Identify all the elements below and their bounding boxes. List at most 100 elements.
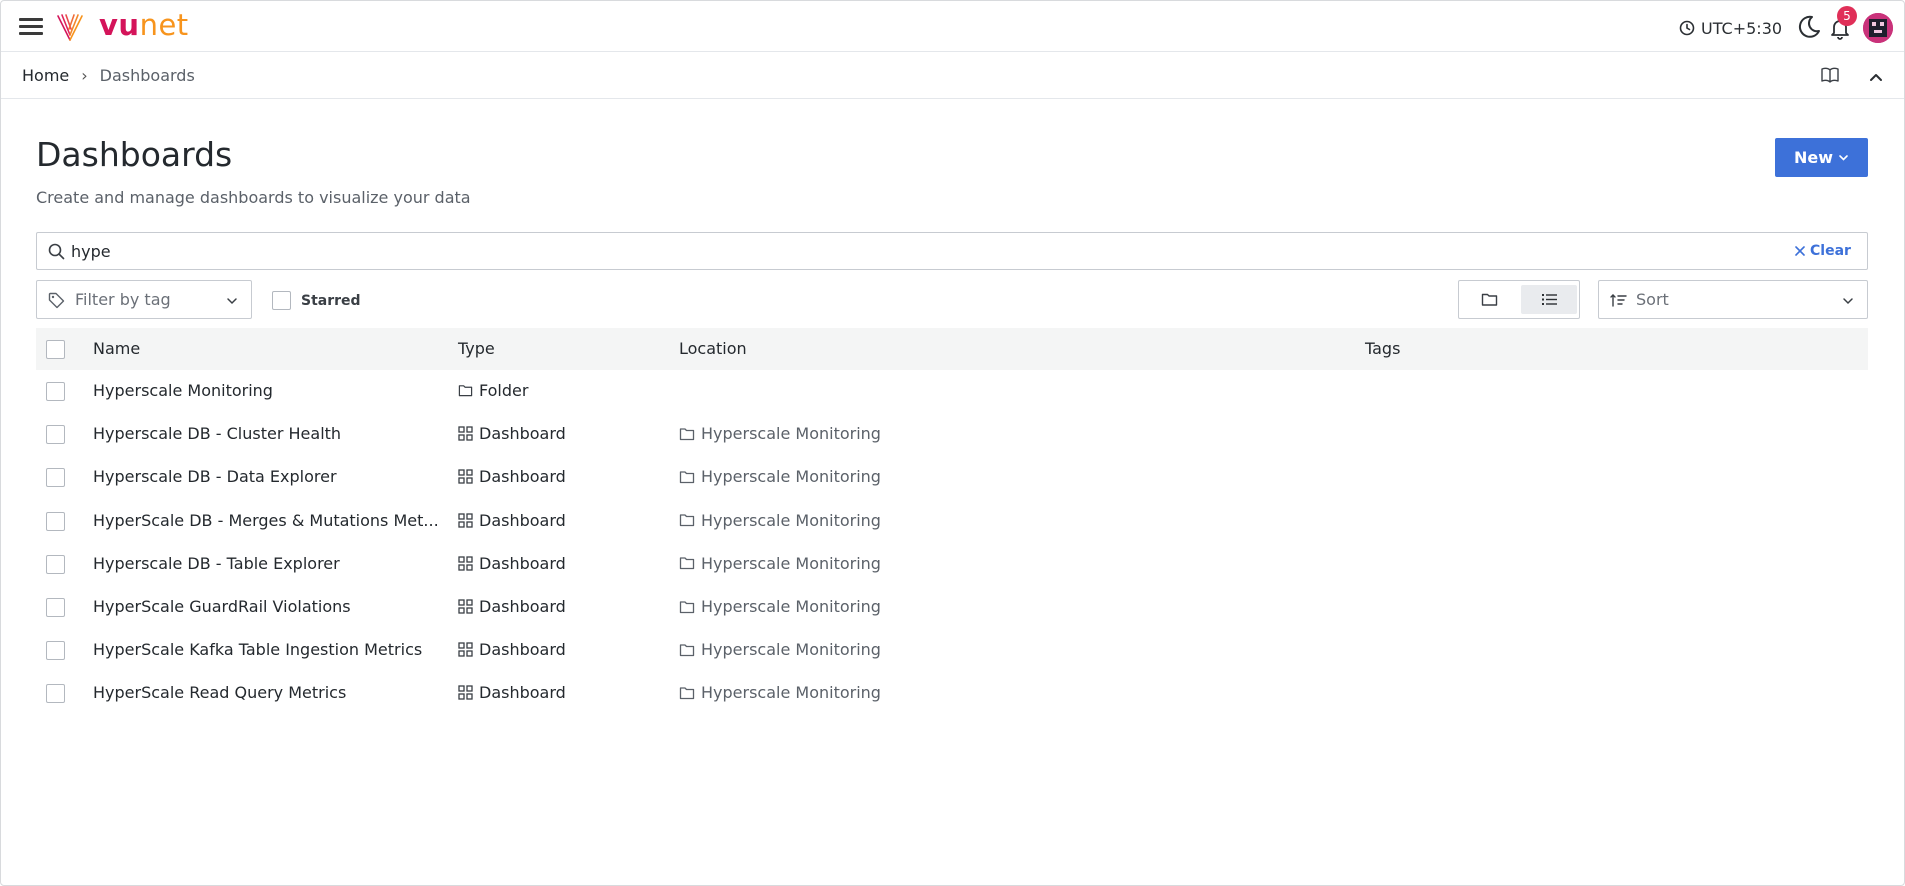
breadcrumb: Home › Dashboards [22,66,195,85]
row-checkbox[interactable] [46,641,65,661]
chevron-down-icon [1839,155,1848,161]
vunet-logo-text[interactable]: vunet [99,7,189,43]
row-location-link[interactable]: Hyperscale Monitoring [679,597,881,616]
row-type: Dashboard [458,640,566,659]
row-type-label: Dashboard [479,467,566,487]
sort-select[interactable]: Sort [1598,280,1868,319]
tag-filter-placeholder: Filter by tag [75,290,171,309]
dashboard-grid-icon [458,685,473,701]
row-name-link[interactable]: HyperScale DB - Merges & Mutations Met..… [93,511,439,530]
new-button[interactable]: New [1775,138,1868,177]
row-name-link[interactable]: HyperScale GuardRail Violations [93,597,351,616]
table-row[interactable]: Hyperscale Monitoring Folder [36,370,1868,413]
column-header-name[interactable]: Name [93,339,140,358]
row-checkbox[interactable] [46,684,65,704]
folder-view-button[interactable] [1463,285,1515,314]
column-header-tags[interactable]: Tags [1365,339,1400,358]
table-row[interactable]: HyperScale Read Query Metrics Dashboard Hy… [36,672,1868,715]
table-row[interactable]: HyperScale GuardRail Violations Dashboard… [36,586,1868,629]
table-row[interactable]: HyperScale DB - Merges & Mutations Met..… [36,500,1868,543]
breadcrumb-bar: Home › Dashboards [1,52,1904,99]
table-row[interactable]: Hyperscale DB - Cluster Health Dashboard H… [36,413,1868,456]
row-location-label: Hyperscale Monitoring [701,553,881,573]
row-type: Folder [458,381,528,400]
table-row[interactable]: Hyperscale DB - Table Explorer Dashboard H… [36,543,1868,586]
moon-icon[interactable] [1796,14,1822,40]
row-name-link[interactable]: HyperScale Read Query Metrics [93,683,346,702]
dashboard-grid-icon [458,642,473,657]
clear-label: Clear [1810,243,1851,259]
row-location-label: Hyperscale Monitoring [701,424,881,444]
folder-icon [679,644,695,656]
row-checkbox[interactable] [46,554,65,574]
tag-filter-select[interactable]: Filter by tag [36,280,252,319]
row-location-link[interactable]: Hyperscale Monitoring [679,511,881,530]
row-type-label: Folder [479,381,529,400]
row-type: Dashboard [458,424,566,443]
row-checkbox[interactable] [46,382,65,401]
list-view-button[interactable] [1521,285,1577,314]
row-name-link[interactable]: Hyperscale Monitoring [93,381,273,400]
row-checkbox[interactable] [46,598,65,617]
row-type-label: Dashboard [479,553,566,573]
row-name-link[interactable]: Hyperscale DB - Table Explorer [93,554,340,573]
row-location-label: Hyperscale Monitoring [701,597,881,616]
app-window: vunet UTC+5:30 5 Home › Dashboards Dashb… [0,0,1905,886]
select-all-checkbox[interactable] [46,340,65,359]
row-name-link[interactable]: Hyperscale DB - Cluster Health [93,424,341,443]
folder-icon [458,385,473,397]
starred-checkbox[interactable] [272,291,291,310]
notification-badge: 5 [1837,6,1857,26]
row-location-link[interactable]: Hyperscale Monitoring [679,640,881,659]
close-icon [1795,246,1805,256]
dashboard-grid-icon [458,426,473,441]
breadcrumb-home[interactable]: Home [22,66,69,85]
folder-icon [679,471,695,484]
chevron-down-icon [227,298,237,305]
sort-icon [1610,294,1627,307]
row-location-label: Hyperscale Monitoring [701,683,881,703]
search-icon [48,243,65,260]
row-type: Dashboard [458,554,566,573]
column-header-location[interactable]: Location [679,339,747,358]
row-checkbox[interactable] [46,468,65,488]
row-location-label: Hyperscale Monitoring [701,510,881,530]
chevron-up-icon[interactable] [1866,67,1886,87]
folder-icon [679,600,695,613]
user-avatar[interactable] [1863,13,1893,43]
search-input[interactable] [71,239,1571,263]
row-type: Dashboard [458,597,566,616]
clock-icon [1679,20,1695,36]
row-type: Dashboard [458,467,566,486]
folder-icon [679,557,695,570]
row-checkbox[interactable] [46,511,65,531]
column-header-type[interactable]: Type [458,339,495,358]
row-location-link[interactable]: Hyperscale Monitoring [679,424,881,443]
page-subtitle: Create and manage dashboards to visualiz… [36,188,471,207]
clear-search-button[interactable]: Clear [1795,243,1851,259]
menu-icon[interactable] [19,18,43,36]
row-type-label: Dashboard [479,510,566,530]
row-location-link[interactable]: Hyperscale Monitoring [679,554,881,573]
list-icon [1541,294,1557,305]
sort-placeholder: Sort [1636,290,1669,309]
dashboard-grid-icon [458,599,473,614]
avatar-pattern-icon [1863,13,1893,43]
row-checkbox[interactable] [46,425,65,445]
logo-net: net [139,8,189,42]
table-row[interactable]: HyperScale Kafka Table Ingestion Metrics… [36,629,1868,672]
timezone-picker[interactable]: UTC+5:30 [1679,17,1782,39]
row-name-link[interactable]: Hyperscale DB - Data Explorer [93,467,337,486]
row-location-link[interactable]: Hyperscale Monitoring [679,467,881,486]
search-box: Clear [36,232,1868,270]
row-location-link[interactable]: Hyperscale Monitoring [679,683,881,702]
row-type: Dashboard [458,683,566,702]
row-name-link[interactable]: HyperScale Kafka Table Ingestion Metrics [93,640,422,659]
timezone-label: UTC+5:30 [1701,18,1783,38]
book-icon[interactable] [1820,65,1840,85]
starred-filter[interactable]: Starred [272,291,361,310]
tag-icon [48,292,65,309]
row-type-label: Dashboard [479,597,566,616]
vunet-logo-icon [57,14,83,41]
table-row[interactable]: Hyperscale DB - Data Explorer Dashboard Hy… [36,456,1868,499]
